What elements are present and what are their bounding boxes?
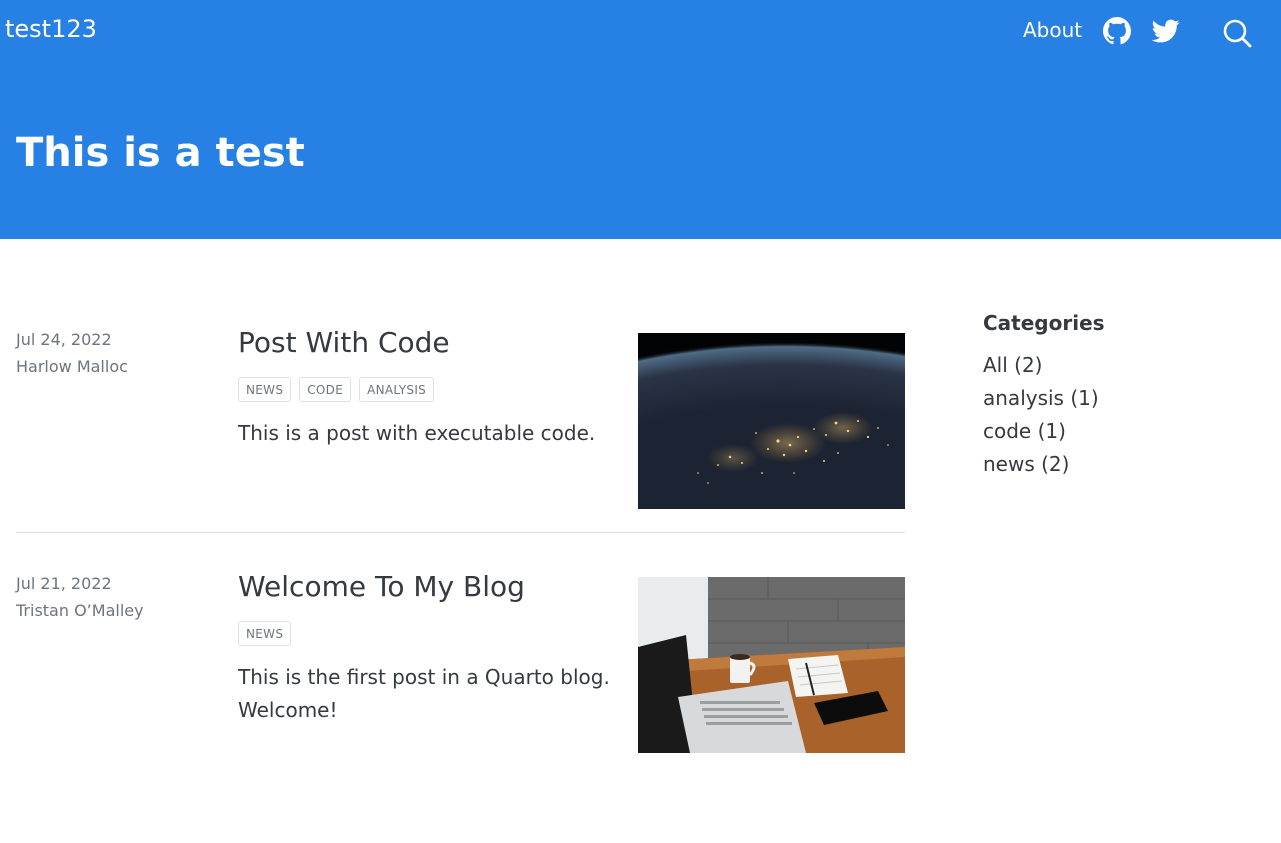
nav-link-about[interactable]: About bbox=[1023, 18, 1082, 42]
category-filter-news[interactable]: news (2) bbox=[983, 448, 1263, 481]
laptop-desk-image bbox=[638, 577, 905, 753]
category-tag[interactable]: news bbox=[238, 377, 292, 402]
search-icon[interactable] bbox=[1222, 18, 1252, 48]
sidebar-title: Categories bbox=[983, 311, 1105, 335]
category-tag[interactable]: code bbox=[299, 377, 352, 402]
post-thumbnail-laptop-desk[interactable] bbox=[638, 577, 905, 753]
page-title: This is a test bbox=[16, 130, 305, 176]
category-filter-analysis[interactable]: analysis (1) bbox=[983, 382, 1263, 415]
category-tag[interactable]: news bbox=[238, 621, 292, 646]
category-tag[interactable]: analysis bbox=[359, 377, 435, 402]
twitter-icon[interactable] bbox=[1152, 17, 1180, 45]
title-banner: This is a test bbox=[0, 64, 1281, 239]
navbar: test123 About bbox=[0, 0, 1281, 64]
post-categories: news bbox=[238, 621, 292, 646]
post-title-link[interactable]: Post With Code bbox=[238, 326, 450, 359]
post-listing-item: Jul 21, 2022 Tristan O’Malley Welcome To… bbox=[16, 557, 905, 777]
post-listing-item: Jul 24, 2022 Harlow Malloc Post With Cod… bbox=[16, 313, 905, 533]
post-title-link[interactable]: Welcome To My Blog bbox=[238, 570, 525, 603]
post-description: This is the first post in a Quarto blog.… bbox=[238, 665, 610, 722]
post-description: This is a post with executable code. bbox=[238, 421, 596, 445]
categories-sidebar: Categories All (2) analysis (1) code (1)… bbox=[983, 311, 1263, 481]
post-date: Jul 21, 2022 bbox=[16, 574, 112, 593]
post-author: Tristan O’Malley bbox=[16, 601, 144, 620]
post-categories: news code analysis bbox=[238, 377, 435, 402]
post-thumbnail-earth-at-night[interactable] bbox=[638, 333, 905, 509]
post-date: Jul 24, 2022 bbox=[16, 330, 112, 349]
earth-at-night-image bbox=[638, 333, 905, 509]
post-author: Harlow Malloc bbox=[16, 357, 128, 376]
category-filter-all[interactable]: All (2) bbox=[983, 349, 1263, 382]
category-filter-code[interactable]: code (1) bbox=[983, 415, 1263, 448]
github-icon[interactable] bbox=[1103, 17, 1131, 45]
site-brand[interactable]: test123 bbox=[5, 15, 97, 43]
